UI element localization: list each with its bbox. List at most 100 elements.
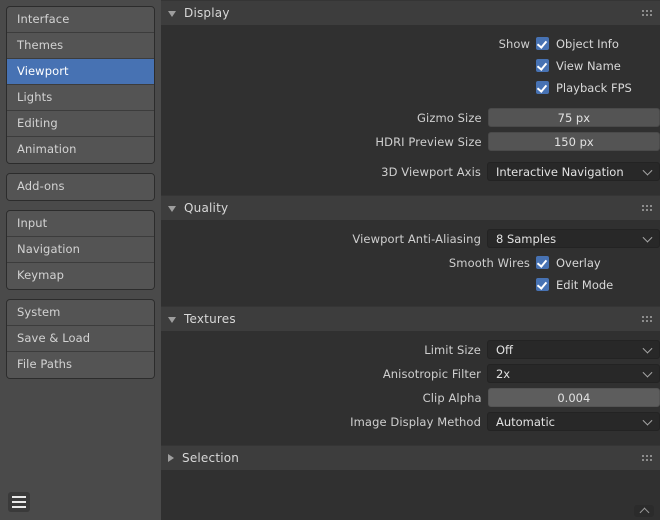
sidebar-item-themes[interactable]: Themes xyxy=(7,33,154,59)
grip-dots-icon[interactable] xyxy=(642,316,652,322)
dropdown-anisotropic-filter[interactable]: 2x xyxy=(486,364,660,383)
grip-dot xyxy=(642,209,644,211)
value-field-clip-alpha[interactable]: 0.004 xyxy=(487,388,660,407)
checkbox-edit-mode[interactable]: Edit Mode xyxy=(536,278,613,292)
checkbox-object-info[interactable]: Object Info xyxy=(536,37,619,51)
dropdown-image-display-method[interactable]: Automatic xyxy=(486,412,660,431)
settings-row: Playback FPS xyxy=(161,77,660,98)
grip-dot xyxy=(650,455,652,457)
chevron-down-icon xyxy=(642,165,653,176)
section-body-textures: Limit Size Off Anisotropic Filter 2x Clip Al… xyxy=(161,331,660,445)
section-header-selection[interactable]: Selection xyxy=(161,445,660,470)
preferences-sidebar: Interface Themes Viewport Lights Editing Anim… xyxy=(0,0,161,520)
sidebar-item-system[interactable]: System xyxy=(7,300,154,326)
section-header-quality[interactable]: Quality xyxy=(161,195,660,220)
checkbox-label: View Name xyxy=(556,58,621,73)
checkbox-label: Playback FPS xyxy=(556,80,632,95)
sidebar-item-viewport[interactable]: Viewport xyxy=(7,59,154,85)
dropdown-limit-size[interactable]: Off xyxy=(486,340,660,359)
sidebar-nav: Interface Themes Viewport Lights Editing Anim… xyxy=(6,6,155,379)
settings-row: Viewport Anti-Aliasing 8 Samples xyxy=(161,228,660,249)
grip-dot xyxy=(646,320,648,322)
section-header-display[interactable]: Display xyxy=(161,0,660,25)
settings-row: Show Object Info xyxy=(161,33,660,54)
settings-row: Smooth Wires Overlay xyxy=(161,252,660,273)
dropdown-3d-viewport-axis[interactable]: Interactive Navigation xyxy=(486,162,660,181)
triangle-down-icon xyxy=(168,10,176,17)
grip-dot xyxy=(642,14,644,16)
hamburger-bar xyxy=(12,501,26,503)
check-icon xyxy=(536,256,549,269)
sidebar-item-file-paths[interactable]: File Paths xyxy=(7,352,154,378)
check-icon xyxy=(536,278,549,291)
grip-dot xyxy=(646,459,648,461)
grip-dots-icon[interactable] xyxy=(642,10,652,16)
sidebar-group: Add-ons xyxy=(6,173,155,201)
preferences-window: Interface Themes Viewport Lights Editing Anim… xyxy=(0,0,660,520)
grip-dot xyxy=(642,459,644,461)
field-label: Clip Alpha xyxy=(422,390,482,405)
check-icon xyxy=(536,59,549,72)
sidebar-item-lights[interactable]: Lights xyxy=(7,85,154,111)
field-label: Image Display Method xyxy=(350,414,481,429)
grip-dot xyxy=(650,209,652,211)
sidebar-item-navigation[interactable]: Navigation xyxy=(7,237,154,263)
grip-dot xyxy=(646,205,648,207)
field-label: HDRI Preview Size xyxy=(375,134,482,149)
settings-row: Clip Alpha 0.004 xyxy=(161,387,660,408)
checkbox-label: Edit Mode xyxy=(556,277,614,292)
checkbox-playback-fps[interactable]: Playback FPS xyxy=(536,81,632,95)
dropdown-viewport-anti-aliasing[interactable]: 8 Samples xyxy=(486,229,660,248)
settings-sections: Display Show Object Info View Name Playback … xyxy=(161,0,660,470)
settings-row: Gizmo Size 75 px xyxy=(161,107,660,128)
grip-dot xyxy=(642,316,644,318)
grip-dot xyxy=(650,205,652,207)
triangle-down-icon xyxy=(168,205,176,212)
section-title: Textures xyxy=(184,312,236,326)
sidebar-group: Input Navigation Keymap xyxy=(6,210,155,290)
grip-dot xyxy=(642,320,644,322)
sidebar-item-add-ons[interactable]: Add-ons xyxy=(7,174,154,200)
grip-dot xyxy=(646,14,648,16)
checkbox-view-name[interactable]: View Name xyxy=(536,59,621,73)
sidebar-group: System Save & Load File Paths xyxy=(6,299,155,379)
grip-dots-icon[interactable] xyxy=(642,205,652,211)
sidebar-item-save-load[interactable]: Save & Load xyxy=(7,326,154,352)
chevron-down-icon xyxy=(642,367,653,378)
hamburger-icon[interactable] xyxy=(8,492,30,512)
hamburger-bar xyxy=(12,496,26,498)
value-field-gizmo-size[interactable]: 75 px xyxy=(487,108,660,127)
chevron-down-icon xyxy=(642,343,653,354)
sidebar-item-input[interactable]: Input xyxy=(7,211,154,237)
grip-dots-icon[interactable] xyxy=(642,455,652,461)
section-title: Quality xyxy=(184,201,229,215)
checkbox-label: Object Info xyxy=(556,36,619,51)
sidebar-item-editing[interactable]: Editing xyxy=(7,111,154,137)
field-label: Viewport Anti-Aliasing xyxy=(352,231,481,246)
value-field-hdri-preview-size[interactable]: 150 px xyxy=(487,132,660,151)
section-header-textures[interactable]: Textures xyxy=(161,306,660,331)
field-value: 75 px xyxy=(557,110,591,125)
chevron-down-icon xyxy=(642,415,653,426)
check-icon xyxy=(536,37,549,50)
check-icon xyxy=(536,81,549,94)
field-value: 2x xyxy=(495,366,511,381)
settings-row: Anisotropic Filter 2x xyxy=(161,363,660,384)
grip-dot xyxy=(646,10,648,12)
section-body-display: Show Object Info View Name Playback FPS Gizm… xyxy=(161,25,660,195)
grip-dot xyxy=(642,10,644,12)
sidebar-item-keymap[interactable]: Keymap xyxy=(7,263,154,289)
grip-dot xyxy=(646,455,648,457)
settings-row: 3D Viewport Axis Interactive Navigation xyxy=(161,161,660,182)
checkbox-overlay[interactable]: Overlay xyxy=(536,256,601,270)
field-label: 3D Viewport Axis xyxy=(381,164,481,179)
field-label: Smooth Wires xyxy=(448,255,530,270)
chevron-up-icon[interactable] xyxy=(634,505,654,517)
sidebar-item-animation[interactable]: Animation xyxy=(7,137,154,163)
grip-dot xyxy=(646,209,648,211)
settings-row: HDRI Preview Size 150 px xyxy=(161,131,660,152)
section-body-quality: Viewport Anti-Aliasing 8 Samples Smooth Wi… xyxy=(161,220,660,306)
sidebar-item-interface[interactable]: Interface xyxy=(7,7,154,33)
section-title: Display xyxy=(184,6,230,20)
field-value: Automatic xyxy=(495,414,555,429)
